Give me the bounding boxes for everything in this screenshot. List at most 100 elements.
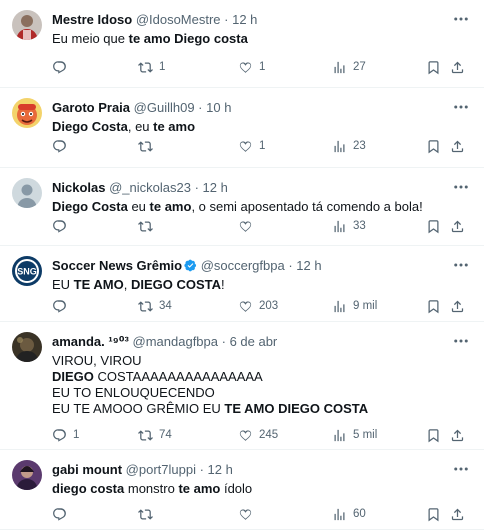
tweet-text-line: Eu meio que te amo Diego costa [52,31,464,47]
like-button[interactable]: 245 [238,426,278,444]
timestamp[interactable]: 10 h [206,100,231,115]
tweet-text-line: Diego Costa eu te amo, o semi aposentado… [52,199,464,215]
views-icon [332,299,347,314]
author-name[interactable]: Garoto Praia [52,100,130,115]
more-icon[interactable] [452,100,470,114]
avatar[interactable] [12,460,42,490]
like-icon [238,507,253,522]
views-button[interactable]: 60 [332,505,366,523]
text-segment: , o semi aposentado tá comendo a bola! [191,199,423,214]
views-button[interactable]: 27 [332,58,366,76]
more-icon[interactable] [452,12,470,26]
timestamp[interactable]: 12 h [203,180,228,195]
reply-button[interactable] [52,137,73,155]
retweet-button[interactable] [138,217,159,235]
timestamp[interactable]: 6 de abr [230,334,278,349]
author-name[interactable]: gabi mount [52,462,122,477]
bookmark-button[interactable] [426,297,441,315]
views-button[interactable]: 23 [332,137,366,155]
bookmark-button[interactable] [426,58,441,76]
more-icon[interactable] [452,334,470,348]
share-button[interactable] [450,58,465,76]
views-button[interactable]: 33 [332,217,366,235]
share-button[interactable] [450,297,465,315]
separator-dot: · [284,258,297,273]
avatar[interactable] [12,10,42,40]
highlighted-text: DIEGO [52,369,94,384]
share-button[interactable] [450,505,465,523]
share-icon [450,299,465,314]
separator-dot: · [195,462,208,477]
bookmark-button[interactable] [426,426,441,444]
share-icon [450,428,465,443]
retweet-button[interactable]: 34 [138,297,172,315]
tweet[interactable]: SNG Soccer News Grêmio @soccergfbpa · 12 … [0,246,484,322]
reply-button[interactable] [52,217,73,235]
retweet-button[interactable] [138,137,159,155]
retweet-icon [138,507,153,522]
retweet-count: 74 [159,429,172,441]
tweet-actions: 1 74 245 5 mil [52,426,474,444]
reply-button[interactable] [52,297,73,315]
text-segment: EU [52,277,74,292]
like-button[interactable] [238,505,259,523]
avatar[interactable] [12,178,42,208]
author-name[interactable]: amanda. ¹⁹⁰³ [52,334,129,349]
tweet[interactable]: Garoto Praia @Guillh09 · 10 h Diego Costa… [0,88,484,168]
reply-button[interactable] [52,505,73,523]
tweet-text-line: diego costa monstro te amo ídolo [52,481,464,497]
tweet-header: Garoto Praia @Guillh09 · 10 h [52,99,444,117]
views-icon [332,428,347,443]
author-name[interactable]: Soccer News Grêmio [52,258,182,273]
share-button[interactable] [450,137,465,155]
author-handle[interactable]: @port7luppi [126,462,196,477]
share-button[interactable] [450,217,465,235]
timestamp[interactable]: 12 h [208,462,233,477]
timestamp[interactable]: 12 h [296,258,321,273]
more-icon[interactable] [452,258,470,272]
more-icon[interactable] [452,462,470,476]
tweet[interactable]: amanda. ¹⁹⁰³ @mandagfbpa · 6 de abr VIROU… [0,322,484,450]
like-button[interactable] [238,217,259,235]
like-icon [238,60,253,75]
author-handle[interactable]: @_nickolas23 [109,180,191,195]
like-button[interactable]: 203 [238,297,278,315]
avatar[interactable] [12,98,42,128]
share-button[interactable] [450,426,465,444]
author-handle[interactable]: @Guillh09 [134,100,195,115]
bookmark-button[interactable] [426,137,441,155]
highlighted-text: Diego Costa [52,199,128,214]
author-handle[interactable]: @IdosoMestre [136,12,221,27]
retweet-button[interactable] [138,505,159,523]
retweet-icon [138,299,153,314]
bookmark-button[interactable] [426,505,441,523]
bookmark-button[interactable] [426,217,441,235]
retweet-button[interactable]: 1 [138,58,165,76]
tweet[interactable]: Nickolas @_nickolas23 · 12 h Diego Costa … [0,168,484,246]
views-button[interactable]: 5 mil [332,426,377,444]
timestamp[interactable]: 12 h [232,12,257,27]
highlighted-text: Diego Costa [52,119,128,134]
tweet[interactable]: gabi mount @port7luppi · 12 h diego costa… [0,450,484,530]
author-name[interactable]: Mestre Idoso [52,12,132,27]
author-name[interactable]: Nickolas [52,180,105,195]
separator-dot: · [218,334,230,349]
avatar[interactable] [12,332,42,362]
tweet[interactable]: Mestre Idoso @IdosoMestre · 12 h Eu meio … [0,0,484,88]
views-button[interactable]: 9 mil [332,297,377,315]
text-segment: eu [127,199,150,214]
svg-text:SNG: SNG [17,267,37,277]
separator-dot: · [190,180,203,195]
author-handle[interactable]: @mandagfbpa [133,334,218,349]
like-count: 1 [259,140,266,152]
tweet-actions: 1 23 [52,137,474,155]
reply-button[interactable] [52,58,73,76]
retweet-button[interactable]: 74 [138,426,172,444]
like-button[interactable]: 1 [238,58,265,76]
like-button[interactable]: 1 [238,137,265,155]
avatar[interactable]: SNG [12,256,42,286]
reply-button[interactable]: 1 [52,426,79,444]
more-icon[interactable] [452,180,470,194]
author-handle[interactable]: @soccergfbpa [201,258,285,273]
tweet-text: Diego Costa, eu te amo [52,119,464,135]
